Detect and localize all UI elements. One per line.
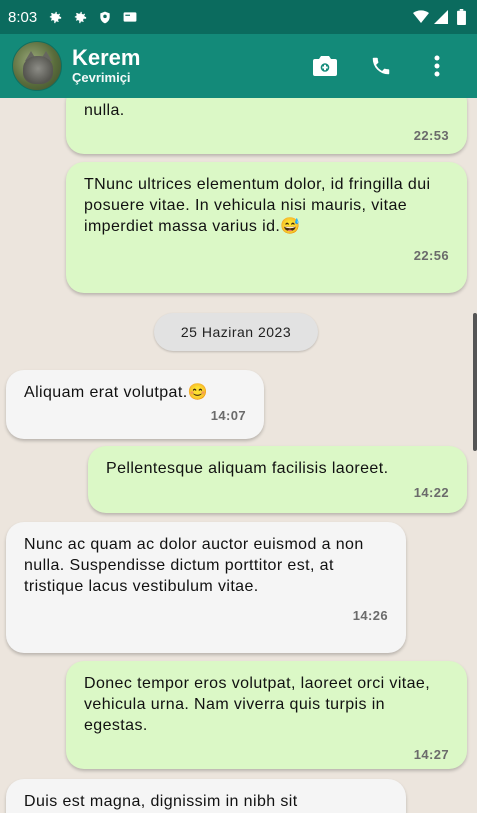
- message-bubble-incoming[interactable]: Duis est magna, dignissim in nibh sit: [6, 779, 406, 813]
- message-text: Pellentesque aliquam facilisis laoreet.: [106, 460, 389, 477]
- contact-info[interactable]: Kerem Çevrimiçi: [72, 46, 140, 86]
- message-text: TNunc ultrices elementum dolor, id fring…: [84, 176, 431, 235]
- more-vert-icon: [434, 55, 440, 77]
- message-bubble-outgoing[interactable]: Pellentesque aliquam facilisis laoreet. …: [88, 446, 467, 513]
- card-icon: [122, 9, 138, 25]
- gear-icon: [47, 9, 63, 25]
- phone-icon: [372, 57, 390, 75]
- gear-icon: [72, 9, 88, 25]
- message-time: 14:27: [413, 747, 449, 762]
- call-button[interactable]: [353, 38, 409, 94]
- message-time: 14:26: [352, 608, 388, 623]
- message-bubble-incoming[interactable]: Nunc ac quam ac dolor auctor euismod a n…: [6, 522, 406, 653]
- message-bubble-outgoing[interactable]: Donec tempor eros volutpat, laoreet orci…: [66, 661, 467, 769]
- message-time: 14:07: [210, 408, 246, 423]
- contact-name: Kerem: [72, 45, 141, 70]
- message-bubble-incoming[interactable]: Aliquam erat volutpat.😊 14:07: [6, 370, 264, 439]
- message-text: nulla.: [84, 102, 125, 119]
- scrollbar[interactable]: [473, 313, 477, 451]
- signal-icon: [433, 9, 449, 25]
- status-time: 8:03: [8, 8, 38, 26]
- message-text: Nunc ac quam ac dolor auctor euismod a n…: [24, 536, 364, 595]
- contact-status: Çevrimiçi: [72, 70, 131, 85]
- message-bubble-outgoing[interactable]: nulla. 22:53: [66, 98, 467, 154]
- battery-icon: [453, 9, 469, 25]
- shield-icon: [97, 9, 113, 25]
- date-separator: 25 Haziran 2023: [154, 313, 318, 351]
- more-options-button[interactable]: [409, 38, 465, 94]
- message-time: 22:53: [413, 128, 449, 143]
- message-time: 14:22: [413, 485, 449, 500]
- message-list[interactable]: nulla. 22:53 TNunc ultrices elementum do…: [0, 98, 477, 813]
- message-bubble-outgoing[interactable]: TNunc ultrices elementum dolor, id fring…: [66, 162, 467, 293]
- wifi-icon: [413, 9, 429, 25]
- message-time: 22:56: [413, 248, 449, 263]
- status-bar: 8:03: [0, 0, 477, 34]
- camera-button[interactable]: [297, 38, 353, 94]
- avatar[interactable]: [12, 41, 62, 91]
- camera-icon: [313, 56, 337, 76]
- chat-header: Kerem Çevrimiçi: [0, 34, 477, 98]
- message-text: Aliquam erat volutpat.😊: [24, 384, 208, 401]
- message-text: Donec tempor eros volutpat, laoreet orci…: [84, 675, 431, 734]
- message-text: Duis est magna, dignissim in nibh sit: [24, 793, 298, 810]
